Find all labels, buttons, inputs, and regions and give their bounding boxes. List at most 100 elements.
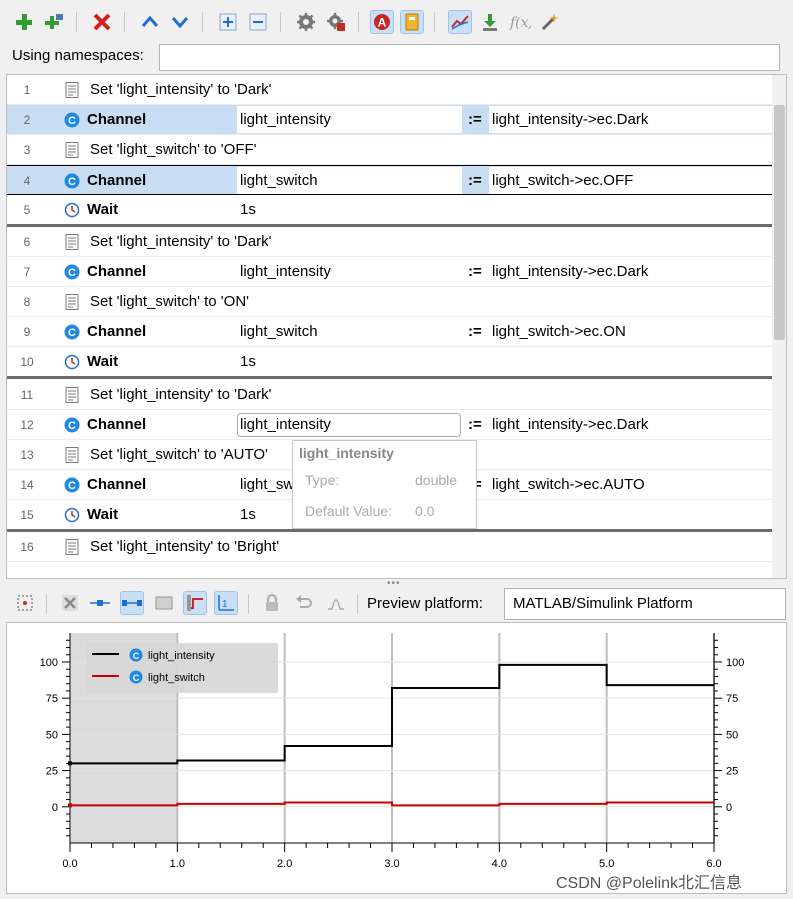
series-start-point — [68, 803, 72, 808]
legend-label: light_intensity — [148, 650, 215, 662]
svg-text:C: C — [68, 176, 76, 188]
table-row[interactable]: 9 C Channel light_switch := light_switch… — [7, 317, 772, 347]
axis-scale-icon[interactable]: 1 — [214, 591, 238, 615]
channel-icon: C — [64, 173, 80, 189]
table-row[interactable]: 3 Set 'light_switch' to 'OFF' — [7, 135, 772, 165]
row-number: 6 — [23, 235, 31, 249]
channel-name-cell[interactable]: light_intensity — [240, 257, 331, 287]
row-number: 11 — [20, 388, 34, 402]
delete-icon[interactable] — [90, 10, 114, 34]
tooltip-default-label: Default Value: — [305, 503, 392, 519]
channel-icon: C — [64, 112, 80, 128]
peak-icon[interactable] — [324, 591, 348, 615]
channel-name-cell[interactable]: light_sw — [240, 470, 294, 500]
namespaces-label: Using namespaces: — [12, 47, 144, 64]
table-row[interactable]: 5 Wait 1s — [7, 195, 772, 225]
y-tick-label-right: 100 — [726, 657, 744, 669]
channel-name-cell[interactable]: light_intensity — [240, 410, 331, 440]
scrollbar-thumb[interactable] — [774, 105, 785, 340]
download-icon[interactable] — [478, 10, 502, 34]
preview-platform-label: Preview platform: — [367, 595, 483, 612]
move-up-icon[interactable] — [138, 10, 162, 34]
channel-name-cell[interactable]: light_intensity — [240, 105, 331, 135]
value-cell[interactable]: light_intensity->ec.Dark — [492, 410, 648, 440]
y-tick-label-left: 75 — [46, 693, 58, 705]
wait-duration-cell[interactable]: 1s — [240, 195, 256, 225]
table-row[interactable]: 10 Wait 1s — [7, 347, 772, 377]
svg-text:C: C — [68, 420, 76, 432]
settings-alt-icon[interactable] — [324, 10, 348, 34]
preview-platform-select[interactable]: MATLAB/Simulink Platform — [504, 588, 786, 620]
wait-duration-cell[interactable]: 1s — [240, 500, 256, 530]
collapse-all-icon[interactable] — [246, 10, 270, 34]
autocomplete-icon[interactable]: A — [370, 10, 394, 34]
step-keyword: Channel — [87, 172, 147, 189]
step-keyword: Channel — [87, 111, 147, 128]
svg-text:C: C — [68, 267, 76, 279]
namespaces-input[interactable] — [159, 44, 780, 71]
add-icon[interactable] — [12, 10, 36, 34]
move-down-icon[interactable] — [168, 10, 192, 34]
notebook-icon[interactable] — [400, 10, 424, 34]
value-cell[interactable]: light_switch->ec.ON — [492, 317, 626, 347]
expand-all-icon[interactable] — [216, 10, 240, 34]
point-marker-icon[interactable] — [88, 591, 112, 615]
step-keyword: Channel — [87, 476, 147, 493]
value-cell[interactable]: light_switch->ec.AUTO — [492, 470, 645, 500]
undo-icon[interactable] — [292, 591, 316, 615]
comment-icon — [64, 294, 80, 310]
y-tick-label-left: 25 — [46, 766, 58, 778]
row-number: 15 — [20, 508, 34, 522]
y-tick-label-left: 100 — [40, 657, 58, 669]
channel-name-cell[interactable]: light_switch — [240, 317, 318, 347]
table-row[interactable]: 1 Set 'light_intensity' to 'Dark' — [7, 75, 772, 105]
step-keyword: Wait — [87, 506, 119, 523]
magic-wand-icon[interactable] — [538, 10, 562, 34]
main-toolbar: A f(x) — [0, 0, 793, 44]
svg-text:C: C — [68, 115, 76, 127]
table-row[interactable]: 4 C Channel light_switch := light_switch… — [7, 165, 772, 195]
x-tick-label: 2.0 — [277, 858, 292, 870]
assign-operator: := — [468, 111, 482, 128]
line-marker-icon[interactable] — [120, 591, 144, 615]
wait-clock-icon — [64, 202, 80, 218]
step-keyword: Wait — [87, 353, 119, 370]
tooltip-title: light_intensity — [299, 445, 394, 461]
comment-icon — [64, 234, 80, 250]
wait-duration-cell[interactable]: 1s — [240, 347, 256, 377]
value-cell[interactable]: light_switch->ec.OFF — [492, 166, 633, 196]
settings-icon[interactable] — [294, 10, 318, 34]
table-row[interactable]: 16 Set 'light_intensity' to 'Bright' — [7, 532, 772, 562]
step-description: Set 'light_switch' to 'OFF' — [90, 141, 257, 158]
step-view-icon[interactable] — [183, 591, 207, 615]
row-number: 12 — [20, 418, 34, 432]
table-row[interactable]: 6 Set 'light_intensity' to 'Dark' — [7, 227, 772, 257]
lock-icon[interactable] — [260, 591, 284, 615]
svg-text:C: C — [68, 327, 76, 339]
y-tick-label-right: 25 — [726, 766, 738, 778]
table-row[interactable]: 8 Set 'light_switch' to 'ON' — [7, 287, 772, 317]
x-tick-label: 3.0 — [384, 858, 399, 870]
function-icon[interactable]: f(x) — [508, 10, 532, 34]
table-row[interactable]: 11 Set 'light_intensity' to 'Dark' — [7, 380, 772, 410]
fit-view-icon[interactable] — [13, 591, 37, 615]
value-cell[interactable]: light_intensity->ec.Dark — [492, 257, 648, 287]
screen-icon[interactable] — [152, 591, 176, 615]
table-row[interactable]: 7 C Channel light_intensity := light_int… — [7, 257, 772, 287]
channel-name-cell[interactable]: light_switch — [240, 166, 318, 196]
y-tick-label-right: 75 — [726, 693, 738, 705]
table-row[interactable]: 12 C Channel light_intensity := light_in… — [7, 410, 772, 440]
clear-icon[interactable] — [58, 591, 82, 615]
signal-preview-icon[interactable] — [448, 10, 472, 34]
channel-icon: C — [64, 417, 80, 433]
signal-preview-chart: 0 0 25 25 50 50 75 75 100 100 0.0 1.0 2.0 3.0 4.0 5.0 6.… — [6, 622, 787, 894]
step-description: Set 'light_intensity' to 'Dark' — [90, 386, 272, 403]
tooltip-default-value: 0.0 — [415, 503, 435, 519]
x-tick-label: 0.0 — [62, 858, 77, 870]
value-cell[interactable]: light_intensity->ec.Dark — [492, 105, 648, 135]
add-channel-icon[interactable] — [42, 10, 66, 34]
step-description: Set 'light_intensity' to 'Dark' — [90, 81, 272, 98]
y-tick-label-left: 50 — [46, 729, 58, 741]
row-number: 13 — [20, 448, 34, 462]
table-row[interactable]: 2 C Channel light_intensity := light_int… — [7, 105, 772, 135]
